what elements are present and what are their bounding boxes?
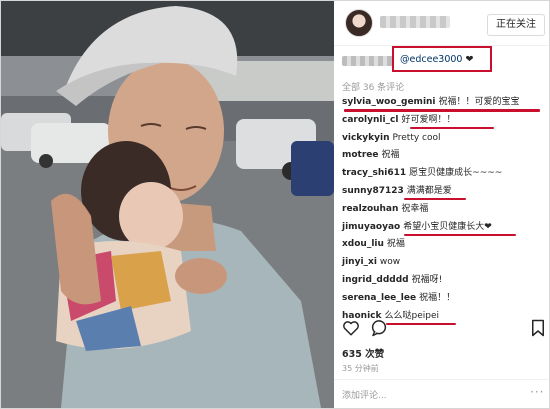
comment-text: 满满都是爱 [406, 185, 452, 196]
list-item: jimuyaoyao 希望小宝贝健康长大❤ [342, 219, 546, 237]
post-photo [1, 1, 334, 408]
blurred-caption-user[interactable] [342, 56, 394, 66]
following-button[interactable]: 正在关注 [487, 14, 545, 36]
list-item: sunny87123 满满都是爱 [342, 183, 546, 201]
comment-text: 愿宝贝健康成长~~~~ [409, 168, 503, 179]
list-item: sylvia_woo_gemini 祝福！！可爱的宝宝 [342, 94, 546, 112]
comment-text: 祝福 [386, 239, 405, 250]
heart-emoji: ❤ [465, 54, 474, 65]
all-comments-link[interactable]: 全部 36 条评论 [342, 80, 404, 93]
heart-icon[interactable] [342, 319, 360, 341]
comment-user[interactable]: serena_lee_lee [342, 293, 416, 303]
like-count[interactable]: 635 次赞 [342, 346, 384, 360]
post-header: 正在关注 [334, 1, 548, 46]
comment-text: 祝福 [381, 150, 400, 161]
comment-text: 祝福！！ [419, 292, 456, 303]
caption: @edcee3000 ❤ [334, 46, 548, 72]
add-comment-input[interactable]: 添加评论... [342, 388, 387, 401]
comment-user[interactable]: tracy_shi611 [342, 168, 406, 178]
comment-user[interactable]: carolynli_cl [342, 115, 398, 125]
comment-user[interactable]: jinyi_xi [342, 257, 377, 267]
more-options-icon[interactable]: ··· [530, 385, 544, 399]
comment-list: sylvia_woo_gemini 祝福！！可爱的宝宝 carolynli_cl 好… [342, 94, 546, 326]
action-bar [342, 319, 546, 341]
comment-text: Pretty cool [392, 132, 441, 143]
comment-icon[interactable] [370, 319, 388, 341]
list-item: tracy_shi611 愿宝贝健康成长~~~~ [342, 165, 546, 183]
comment-user[interactable]: ingrid_ddddd [342, 275, 409, 285]
list-item: jinyi_xi wow [342, 254, 546, 272]
list-item: ingrid_ddddd 祝福呀! [342, 272, 546, 290]
list-item: carolynli_cl 好可爱啊！！ [342, 112, 546, 130]
comment-text: 祝福呀! [411, 274, 443, 285]
comment-text: wow [379, 257, 401, 268]
comment-user[interactable]: jimuyaoyao [342, 222, 400, 232]
list-item: motree 祝福 [342, 147, 546, 165]
timestamp: 35 分钟前 [342, 364, 379, 373]
bookmark-icon[interactable] [530, 319, 546, 341]
comment-user[interactable]: vickykyin [342, 133, 389, 143]
comment-text: 希望小宝贝健康长大❤ [403, 221, 492, 232]
comment-user[interactable]: motree [342, 150, 379, 160]
blurred-username[interactable] [380, 16, 450, 28]
comment-text: 好可爱啊！！ [401, 114, 456, 125]
comment-text: 祝福！！可爱的宝宝 [438, 97, 520, 107]
comment-user[interactable]: sunny87123 [342, 186, 404, 196]
post-sidebar: 正在关注 @edcee3000 ❤ 全部 36 条评论 sylvia_woo_g… [334, 1, 548, 408]
comment-user[interactable]: sylvia_woo_gemini [342, 97, 436, 107]
list-item: serena_lee_lee 祝福！！ [342, 290, 546, 308]
avatar[interactable] [345, 9, 373, 37]
comment-text: 祝幸福 [401, 203, 429, 214]
comment-user[interactable]: realzouhan [342, 204, 398, 214]
mention-link[interactable]: @edcee3000 [400, 54, 462, 65]
add-comment-bar: 添加评论... ··· [334, 379, 548, 408]
list-item: vickykyin Pretty cool [342, 130, 546, 148]
list-item: realzouhan 祝幸福 [342, 201, 546, 219]
list-item: xdou_liu 祝福 [342, 236, 546, 254]
comment-user[interactable]: xdou_liu [342, 239, 384, 249]
